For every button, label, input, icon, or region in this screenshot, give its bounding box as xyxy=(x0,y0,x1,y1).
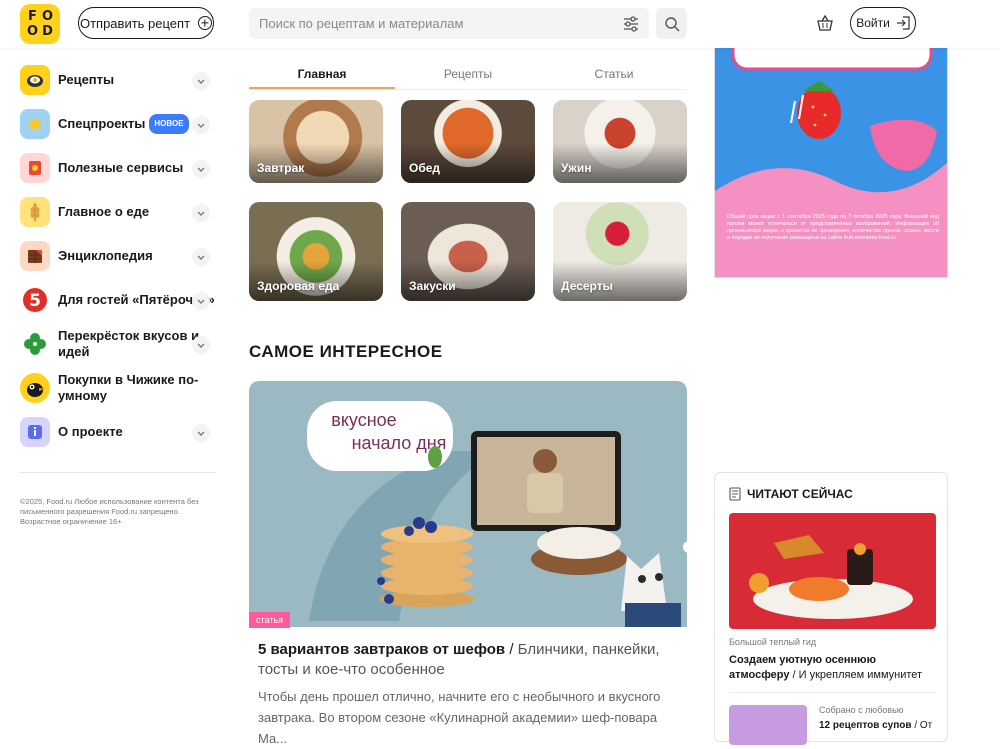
logo-letter: O xyxy=(26,23,39,39)
chevron-down-icon[interactable] xyxy=(192,116,210,134)
tab-recipes[interactable]: Рецепты xyxy=(395,60,541,89)
svg-text:5: 5 xyxy=(29,291,41,311)
category-card-lunch[interactable]: Обед xyxy=(401,100,535,183)
reading-now-title: ЧИТАЮТ СЕЙЧАС xyxy=(747,487,853,501)
info-icon xyxy=(20,417,50,447)
clover-icon xyxy=(20,329,50,359)
reading-item-kicker: Собрано с любовью xyxy=(819,705,904,715)
search-input[interactable]: Поиск по рецептам и материалам xyxy=(249,8,649,39)
article-title-separator: / xyxy=(505,641,518,658)
sidebar-item-food-news[interactable]: Главное о еде xyxy=(20,196,216,228)
category-label: Обед xyxy=(409,161,441,175)
ad-illustration xyxy=(715,41,947,277)
chevron-down-icon[interactable] xyxy=(192,72,210,90)
plus-icon xyxy=(198,16,213,30)
star-icon xyxy=(20,109,50,139)
category-label: Ужин xyxy=(561,161,592,175)
search-placeholder: Поиск по рецептам и материалам xyxy=(259,16,464,31)
reading-item-title[interactable]: Создаем уютную осеннюю атмосферу / И укр… xyxy=(729,653,939,683)
reading-item-thumbnail[interactable] xyxy=(729,705,807,745)
reading-item-image[interactable] xyxy=(729,513,936,629)
sidebar-item-label: Энциклопедия xyxy=(58,248,153,263)
sidebar-divider xyxy=(20,472,216,473)
submit-recipe-label: Отправить рецепт xyxy=(79,15,191,31)
logo-letter: D xyxy=(42,23,53,39)
sidebar-item-encyclopedia[interactable]: Энциклопедия xyxy=(20,240,216,272)
reading-divider xyxy=(729,692,936,693)
reading-item-title-sub: / И укрепляем иммунитет xyxy=(789,669,923,681)
sidebar-item-perekrestok[interactable]: Перекрёсток вкусов и идей xyxy=(20,328,216,360)
chevron-down-icon[interactable] xyxy=(192,424,210,442)
reading-item-title-sub: / От xyxy=(911,720,933,731)
chevron-down-icon[interactable] xyxy=(192,160,210,178)
reading-now-panel: ЧИТАЮТ СЕЙЧАС Большой теплый гид Создаем… xyxy=(714,472,948,745)
search-button[interactable] xyxy=(656,8,687,39)
category-card-breakfast[interactable]: Завтрак xyxy=(249,100,383,183)
category-label: Десерты xyxy=(561,279,613,293)
tab-articles[interactable]: Статьи xyxy=(541,60,687,89)
login-icon xyxy=(896,16,910,30)
category-label: Здоровая еда xyxy=(257,279,340,293)
login-label: Войти xyxy=(856,16,890,30)
hero-banner-line1: вкусное xyxy=(331,410,396,430)
login-button[interactable]: Войти xyxy=(850,7,916,39)
sidebar-item-services[interactable]: Полезные сервисы xyxy=(20,152,216,184)
category-label: Завтрак xyxy=(257,161,305,175)
chevron-down-icon[interactable] xyxy=(192,292,210,310)
section-title: САМОЕ ИНТЕРЕСНОЕ xyxy=(249,342,443,361)
sidebar-item-label: Главное о еде xyxy=(58,204,150,219)
article-tag[interactable]: статья xyxy=(249,612,291,628)
reading-item-title-main: 12 рецептов супов xyxy=(819,720,912,731)
cookbook-icon xyxy=(20,153,50,183)
sidebar-item-label: Рецепты xyxy=(58,72,115,87)
chevron-down-icon[interactable] xyxy=(192,204,210,222)
top-header: F O O D Отправить рецепт Поиск по рецепт… xyxy=(0,0,1000,48)
sidebar-item-label: Спецпроекты xyxy=(58,116,146,131)
pan-icon xyxy=(20,65,50,95)
category-label: Закуски xyxy=(409,279,456,293)
chevron-down-icon[interactable] xyxy=(192,336,210,354)
article-description: Чтобы день прошел отлично, начните его с… xyxy=(258,689,661,746)
sidebar-item-chizhik[interactable]: Покупки в Чижике по-умному xyxy=(20,372,216,404)
logo-letter: O xyxy=(41,8,54,24)
chevron-down-icon[interactable] xyxy=(192,248,210,266)
sidebar-item-specprojects[interactable]: Спецпроекты НОВОЕ xyxy=(20,108,216,140)
submit-recipe-button[interactable]: Отправить рецепт xyxy=(78,7,214,39)
sidebar-item-recipes[interactable]: Рецепты xyxy=(20,64,216,96)
document-icon xyxy=(729,487,741,501)
category-card-desserts[interactable]: Десерты xyxy=(553,202,687,301)
pyaterochka-icon: 5 xyxy=(20,285,50,315)
article-title-main: 5 вариантов завтраков от шефов xyxy=(258,641,506,658)
article-title[interactable]: 5 вариантов завтраков от шефов / Блинчик… xyxy=(258,640,678,680)
ad-fine-print: Общий срок акции с 1 сентября 2025 года … xyxy=(727,214,939,241)
chocolate-icon xyxy=(20,241,50,271)
tab-main[interactable]: Главная xyxy=(249,60,395,89)
hero-article-image[interactable]: вкусное начало дня xyxy=(249,381,687,627)
sidebar-item-about[interactable]: О проекте xyxy=(20,416,216,448)
search-icon xyxy=(664,16,679,31)
reading-item-kicker: Большой теплый гид xyxy=(729,637,817,647)
chizhik-bird-icon xyxy=(20,373,50,403)
category-card-snacks[interactable]: Закуски xyxy=(401,202,535,301)
hero-illustration: вкусное начало дня xyxy=(307,401,687,627)
sidebar-item-label: О проекте xyxy=(58,424,123,439)
sidebar-nav: Рецепты Спецпроекты НОВОЕ Полезные сервис… xyxy=(20,64,216,460)
sidebar-item-pyaterochka[interactable]: 5 Для гостей «Пятёрочки» xyxy=(20,284,216,316)
filter-icon[interactable] xyxy=(623,16,639,32)
category-card-healthy[interactable]: Здоровая еда xyxy=(249,202,383,301)
logo-letter: F xyxy=(28,8,37,24)
reading-item-title[interactable]: 12 рецептов супов / От xyxy=(819,720,932,731)
food-logo[interactable]: F O O D xyxy=(20,4,60,44)
category-card-dinner[interactable]: Ужин xyxy=(553,100,687,183)
ad-banner[interactable]: Общий срок акции с 1 сентября 2025 года … xyxy=(714,40,948,278)
basket-icon[interactable] xyxy=(816,14,834,32)
wheat-icon xyxy=(20,197,50,227)
sidebar-item-label: Покупки в Чижике по-умному xyxy=(58,372,199,403)
sidebar-item-label: Полезные сервисы xyxy=(58,160,184,175)
copyright-text: ©2025, Food.ru Любое использование конте… xyxy=(20,497,199,526)
new-badge: НОВОЕ xyxy=(149,114,189,134)
content-tabs: Главная Рецепты Статьи xyxy=(249,60,687,90)
